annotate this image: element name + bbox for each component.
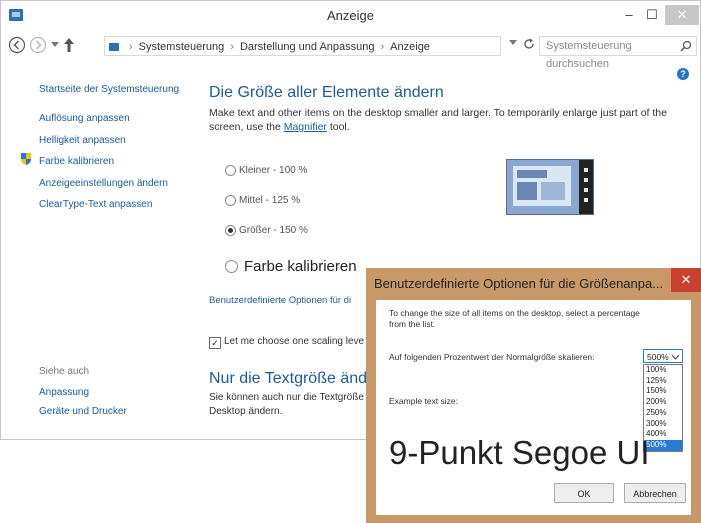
intro-prefix: screen, use the: [209, 121, 284, 133]
forward-icon[interactable]: [29, 36, 47, 54]
back-icon[interactable]: [8, 36, 26, 54]
intro-suffix: tool.: [326, 121, 350, 133]
dialog-instruction-line-2: from the list.: [389, 319, 436, 329]
option-smaller[interactable]: Kleiner - 100 %: [225, 165, 307, 176]
search-input[interactable]: Systemsteuerung durchsuchen: [539, 36, 697, 70]
shield-icon: [21, 153, 31, 165]
scaling-checkbox[interactable]: ✓: [209, 337, 221, 349]
preview-screen: [513, 166, 571, 206]
intro-line-2: screen, use the Magnifier tool.: [209, 120, 679, 134]
breadcrumb-separator: ›: [380, 41, 385, 53]
option-medium[interactable]: Mittel - 125 %: [225, 195, 300, 206]
dialog-body: To change the size of all items on the d…: [376, 300, 691, 515]
dialog-instruction-line-1: To change the size of all items on the d…: [389, 308, 640, 318]
title-bar: Anzeige – ☐ ✕: [1, 1, 700, 31]
dialog-close-button[interactable]: ✕: [671, 268, 701, 292]
page-title: Die Größe aller Elemente ändern: [209, 84, 444, 101]
address-bar[interactable]: › Systemsteuerung › Darstellung und Anpassu…: [104, 36, 501, 56]
magnifier-link[interactable]: Magnifier: [284, 121, 327, 133]
preview-dot: [584, 168, 588, 172]
scale-option-250[interactable]: 250%: [644, 408, 682, 419]
refresh-icon[interactable]: [523, 38, 535, 50]
scale-option-150[interactable]: 150%: [644, 386, 682, 397]
scale-select-value: 500%: [647, 352, 669, 362]
ok-button[interactable]: OK: [554, 483, 614, 503]
up-arrow-icon[interactable]: [63, 37, 75, 53]
option-calibrate[interactable]: Farbe kalibrieren: [225, 258, 357, 275]
text-size-line-2: Desktop ändern.: [209, 406, 283, 417]
breadcrumb-separator: ›: [230, 41, 234, 53]
cancel-button[interactable]: Abbrechen: [624, 483, 686, 503]
sidebar-item-calibrate-color[interactable]: Farbe kalibrieren: [39, 156, 114, 167]
preview-dot: [584, 198, 588, 202]
intro-line-1: Make text and other items on the desktop…: [209, 107, 667, 119]
sidebar-item-brightness[interactable]: Helligkeit anpassen: [39, 135, 126, 146]
custom-options-link[interactable]: Benutzerdefinierte Optionen für di: [209, 294, 351, 308]
see-also-heading: Siehe auch: [39, 366, 90, 377]
close-button[interactable]: ✕: [665, 5, 699, 25]
sidebar-item-cleartype[interactable]: ClearType-Text anpassen: [39, 199, 152, 210]
address-dropdown-icon[interactable]: [509, 40, 517, 46]
breadcrumb-anzeige[interactable]: Anzeige: [390, 41, 430, 53]
scale-option-300[interactable]: 300%: [644, 419, 682, 430]
preview-dot: [584, 178, 588, 182]
preview-bar: [517, 182, 537, 200]
scaling-checkbox-label[interactable]: Let me choose one scaling leve: [224, 335, 364, 349]
text-size-line-1: Sie können auch nur die Textgröße: [209, 392, 364, 403]
scale-option-200[interactable]: 200%: [644, 397, 682, 408]
display-preview-image: [506, 159, 594, 215]
sidebar-item-home[interactable]: Startseite der Systemsteuerung: [39, 84, 179, 95]
radio-calibrate[interactable]: [225, 260, 238, 273]
intro-text: Make text and other items on the desktop…: [209, 106, 679, 134]
maximize-button[interactable]: ☐: [641, 5, 663, 25]
custom-scaling-dialog: Benutzerdefinierte Optionen für die Größ…: [366, 268, 701, 523]
scale-select[interactable]: 500%: [643, 349, 683, 363]
scale-option-125[interactable]: 125%: [644, 376, 682, 387]
search-icon[interactable]: [680, 40, 692, 54]
preview-strip: [579, 160, 593, 214]
option-smaller-label: Kleiner - 100 %: [239, 165, 308, 176]
see-also-devices-printers[interactable]: Geräte und Drucker: [39, 406, 127, 417]
chevron-down-icon: [672, 354, 679, 360]
radio-medium[interactable]: [225, 195, 236, 206]
preview-bar: [517, 170, 547, 178]
text-size-heading: Nur die Textgröße ändern: [209, 370, 391, 387]
breadcrumb-separator: ›: [129, 41, 133, 53]
radio-smaller[interactable]: [225, 165, 236, 176]
breadcrumb-systemsteuerung[interactable]: Systemsteuerung: [139, 41, 225, 53]
sample-text: 9-Punkt Segoe UI: [389, 434, 650, 471]
scale-label: Auf folgenden Prozentwert der Normalgröß…: [389, 352, 595, 362]
help-icon[interactable]: ?: [677, 68, 689, 80]
option-calibrate-label: Farbe kalibrieren: [244, 258, 357, 275]
dialog-title: Benutzerdefinierte Optionen für die Größ…: [374, 276, 664, 291]
recent-pages-chevron-icon[interactable]: [51, 42, 59, 48]
search-placeholder: Systemsteuerung durchsuchen: [546, 40, 632, 70]
preview-bar: [541, 182, 565, 200]
minimize-button[interactable]: –: [618, 5, 640, 25]
preview-dot: [584, 188, 588, 192]
window-title: Anzeige: [327, 8, 374, 23]
dialog-instruction: To change the size of all items on the d…: [389, 308, 640, 330]
sidebar-item-display-settings[interactable]: Anzeigeeinstellungen ändern: [39, 178, 168, 189]
example-label: Example text size:: [389, 396, 458, 406]
see-also-personalization[interactable]: Anpassung: [39, 387, 89, 398]
option-medium-label: Mittel - 125 %: [239, 195, 301, 206]
breadcrumb-darstellung[interactable]: Darstellung und Anpassung: [240, 41, 375, 53]
text-size-description: Sie können auch nur die Textgröße Deskto…: [209, 391, 364, 419]
address-folder-icon: [109, 43, 119, 51]
scale-option-100[interactable]: 100%: [644, 365, 682, 376]
radio-larger[interactable]: [225, 225, 236, 236]
option-larger-label: Größer - 150 %: [239, 225, 308, 236]
sidebar-item-resolution[interactable]: Auflösung anpassen: [39, 113, 130, 124]
navigation-bar: › Systemsteuerung › Darstellung und Anpassu…: [1, 33, 700, 70]
option-larger[interactable]: Größer - 150 %: [225, 225, 308, 236]
